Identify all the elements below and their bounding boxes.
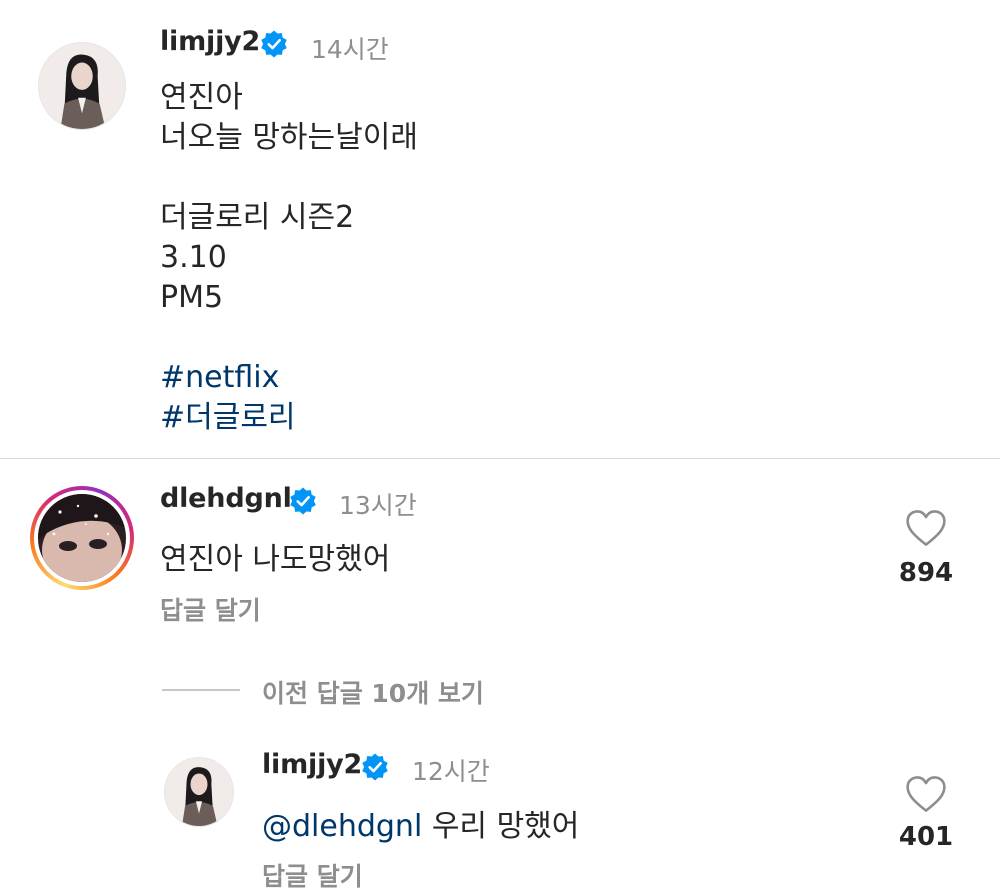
caption-line: 더글로리 시즌2: [160, 200, 355, 235]
reply-button[interactable]: 답글 달기: [262, 857, 363, 893]
comment-like-count: 894: [898, 558, 954, 588]
reply-timestamp: 12시간: [412, 757, 490, 786]
post-author-avatar[interactable]: [38, 42, 126, 130]
reply-body: 우리 망했어: [422, 809, 580, 844]
hashtag-link[interactable]: #더글로리: [160, 398, 418, 438]
caption-line: 연진아: [160, 80, 243, 115]
reply-button[interactable]: 답글 달기: [160, 591, 261, 627]
comment-text: 연진아 나도망했어: [160, 542, 391, 577]
caption-line: 너오늘 망하는날이래: [160, 120, 418, 155]
heart-outline-icon[interactable]: [905, 508, 947, 548]
verified-badge-icon: [290, 487, 316, 515]
reply-author-avatar[interactable]: [164, 757, 234, 827]
caption-line: [160, 318, 418, 358]
caption-line: 3.10: [160, 240, 227, 275]
post-username[interactable]: limjjy2: [160, 26, 260, 57]
verified-badge-icon: [362, 753, 388, 781]
post-timestamp: 14시간: [311, 35, 389, 64]
heart-outline-icon[interactable]: [905, 774, 947, 814]
reply-username[interactable]: limjjy2: [262, 749, 362, 780]
post-caption: 연진아 너오늘 망하는날이래 더글로리 시즌2 3.10 PM5 #netfli…: [160, 78, 418, 438]
reply-text: @dlehdgnl 우리 망했어: [262, 801, 579, 845]
view-previous-replies-button[interactable]: 이전 답글 10개 보기: [262, 674, 484, 710]
verified-badge-icon: [261, 30, 287, 58]
view-replies-line: [162, 689, 240, 691]
caption-line: [160, 158, 418, 198]
mention-link[interactable]: @dlehdgnl: [262, 809, 422, 844]
comment-author-avatar[interactable]: [38, 494, 126, 582]
reply-like-count: 401: [898, 822, 954, 852]
avatar-photo: [38, 494, 126, 582]
comment-username[interactable]: dlehdgnl: [160, 483, 292, 514]
avatar-photo: [165, 758, 233, 826]
section-divider: [0, 458, 1000, 459]
caption-line: PM5: [160, 280, 224, 315]
hashtag-link[interactable]: #netflix: [160, 358, 418, 398]
comment-timestamp: 13시간: [339, 491, 417, 520]
avatar-photo: [39, 43, 125, 129]
